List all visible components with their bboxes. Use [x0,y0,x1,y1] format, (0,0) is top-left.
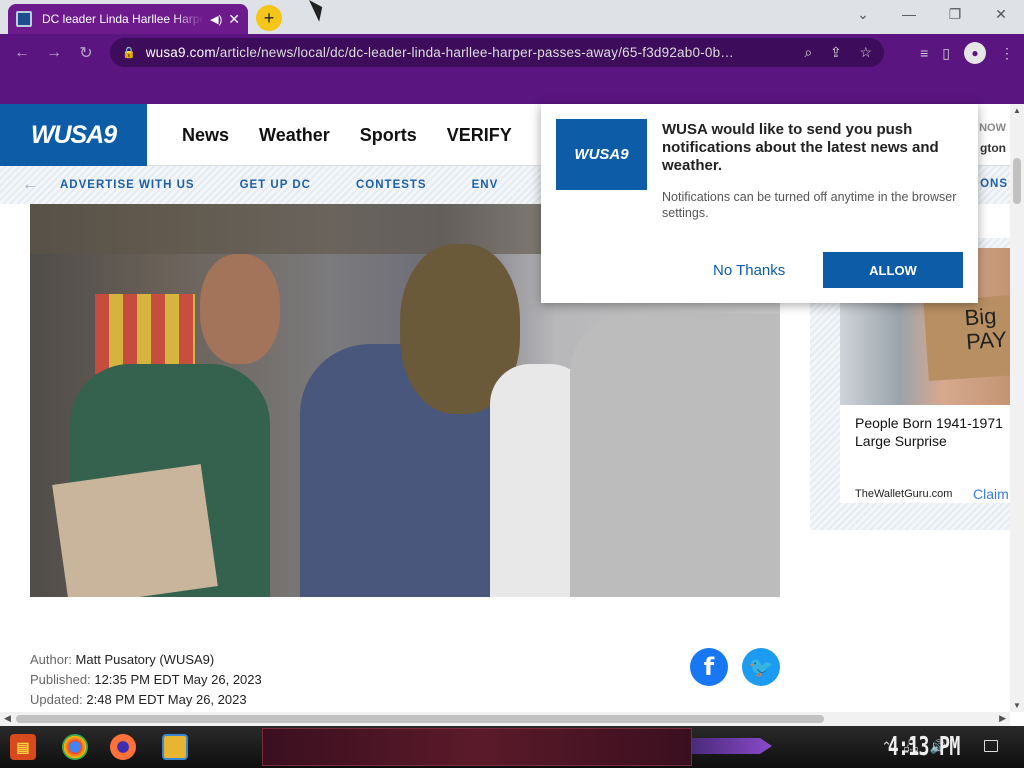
address-bar[interactable]: 🔒 wusa9.com/article/news/local/dc/dc-lea… [110,38,884,67]
author-label: Author: [30,652,72,667]
header-right-block[interactable]: NOW gton [979,118,1006,158]
media-controls-icon[interactable]: ≡ [920,45,928,61]
tab-strip: DC leader Linda Harllee Harper passes aw… [0,0,1024,34]
subnav-tail[interactable]: ONS [980,178,1008,190]
new-tab-button[interactable]: + [256,5,282,31]
scroll-down-icon[interactable]: ▼ [1013,701,1021,710]
subnav-get-up-dc[interactable]: GET UP DC [240,179,311,191]
popup-description: Notifications can be turned off anytime … [662,190,957,220]
nav-weather[interactable]: Weather [259,125,330,146]
updated-label: Updated: [30,692,83,707]
star-icon[interactable]: ☆ [859,44,872,60]
push-notification-dialog: WUSA9 WUSA would like to send you push n… [541,104,978,303]
header-now-label: NOW [979,122,1006,134]
byline-published-line: Published: 12:35 PM EDT May 26, 2023 [30,670,262,690]
page-top-band [0,72,1024,104]
vertical-scrollbar[interactable]: ▲ ▼ [1010,104,1024,712]
search-icon[interactable]: ⌕ [804,44,812,60]
scroll-right-icon[interactable]: ▶ [999,713,1006,724]
profile-avatar[interactable]: ● [964,42,986,64]
browser-menu-icon[interactable]: ⋮ [1000,45,1014,62]
file-explorer-taskbar-icon[interactable] [162,734,188,760]
popup-title: WUSA would like to send you push notific… [662,121,939,174]
tab-close-icon[interactable]: ✕ [228,11,240,28]
author-name: Matt Pusatory (WUSA9) [75,652,215,667]
published-date: 12:35 PM EDT May 26, 2023 [94,672,262,687]
no-thanks-button[interactable]: No Thanks [713,262,785,279]
side-panel-icon[interactable]: ▯ [942,45,950,62]
subnav-contests[interactable]: CONTESTS [356,179,427,191]
scroll-left-icon[interactable]: ◀ [4,713,11,724]
forward-button[interactable]: → [38,44,70,62]
url-domain: wusa9.com [145,45,216,60]
taskbar-window-preview[interactable] [262,728,692,766]
browser-tab-active[interactable]: DC leader Linda Harllee Harper passes aw… [8,4,248,34]
ad-headline-line1: People Born 1941-1971 [855,415,1003,431]
tab-title: DC leader Linda Harllee Harper passes aw… [42,12,205,26]
ad-headline-line2: Large Surprise [855,433,947,449]
mouse-cursor-icon [309,0,328,22]
minimize-button[interactable]: — [889,6,929,22]
popup-logo: WUSA9 [556,119,647,190]
close-window-button[interactable]: ✕ [981,6,1021,23]
browser-toolbar: ← → ↻ 🔒 wusa9.com/article/news/local/dc/… [0,34,1024,72]
horizontal-scrollbar[interactable]: ◀ ▶ [0,712,1010,726]
firefox-taskbar-icon[interactable] [110,734,136,760]
subnav-advertise[interactable]: ADVERTISE WITH US [60,179,195,191]
taskbar-decoration [692,738,772,754]
allow-button[interactable]: ALLOW [823,252,963,288]
scroll-up-icon[interactable]: ▲ [1013,106,1021,115]
start-button-icon[interactable]: ▤ [10,734,36,760]
subnav-env[interactable]: ENV [472,179,499,191]
site-logo[interactable]: WUSA9 [0,104,147,166]
updated-date: 2:48 PM EDT May 26, 2023 [86,692,247,707]
chrome-taskbar-icon[interactable] [62,734,88,760]
facebook-icon[interactable]: f [690,648,728,686]
published-label: Published: [30,672,91,687]
byline-author-line: Author: Matt Pusatory (WUSA9) [30,650,262,670]
article-byline: Author: Matt Pusatory (WUSA9) Published:… [30,650,262,710]
byline-updated-line: Updated: 2:48 PM EDT May 26, 2023 [30,690,262,710]
url-path: /article/news/local/dc/dc-leader-linda-h… [215,45,734,60]
tab-search-chevron-icon[interactable]: ⌄ [843,6,883,23]
video-sign-region [52,464,218,597]
ad-sign-text: Big PAY [923,294,1010,382]
site-favicon-icon [16,11,32,27]
nav-sports[interactable]: Sports [360,125,417,146]
share-icon[interactable]: ⇪ [830,44,842,60]
nav-news[interactable]: News [182,125,229,146]
back-button[interactable]: ← [6,44,38,62]
ad-claim-link[interactable]: Claim [973,486,1009,502]
ad-headline[interactable]: People Born 1941-1971 Large Surprise [855,414,1010,450]
reload-button[interactable]: ↻ [70,43,102,63]
audio-playing-icon[interactable]: ◀) [210,13,222,26]
video-game-board-region [95,294,195,374]
nav-verify[interactable]: VERIFY [447,125,512,146]
os-taskbar: ▤ ⌃ 🖧 🔊 4:13 PM [0,726,1024,768]
twitter-icon[interactable]: 🐦 [742,648,780,686]
video-person-right [570,314,780,597]
vertical-scroll-thumb[interactable] [1013,158,1021,204]
horizontal-scroll-thumb[interactable] [16,715,824,723]
restore-button[interactable]: ❐ [935,6,975,23]
main-nav: News Weather Sports VERIFY [182,104,542,166]
lock-icon[interactable]: 🔒 [122,46,136,59]
taskbar-clock[interactable]: 4:13 PM [888,732,961,762]
ad-source[interactable]: TheWalletGuru.com [855,488,952,500]
video-face-left [200,254,280,364]
header-location-label: gton [980,141,1006,155]
action-center-icon[interactable] [984,740,998,752]
subnav-left-arrow-icon[interactable]: ← [0,176,60,194]
url-text: wusa9.com/article/news/local/dc/dc-leade… [146,45,791,60]
